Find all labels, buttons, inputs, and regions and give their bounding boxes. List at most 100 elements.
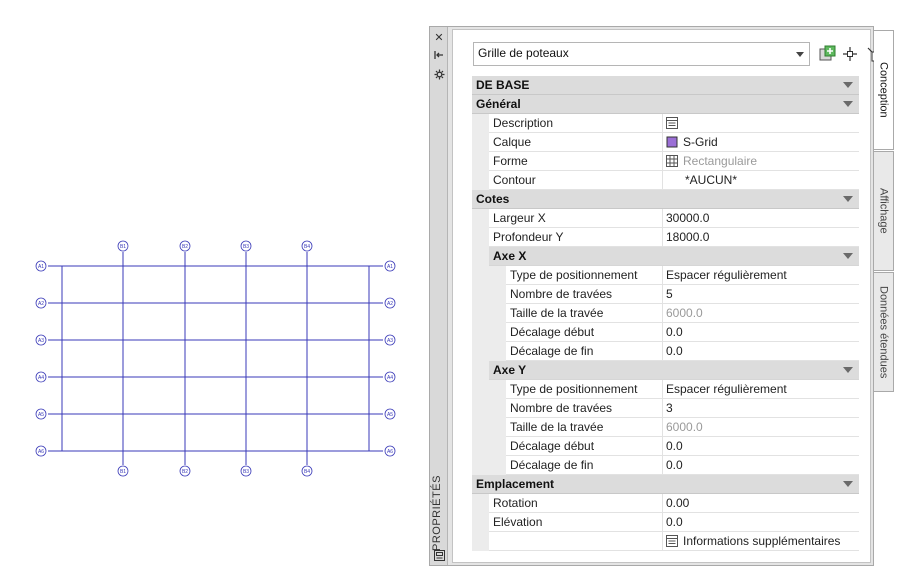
left-grid-bubble-label: A2 [38, 301, 44, 307]
tab-donnees-etendues-label: Données étendues [877, 285, 890, 379]
property-row[interactable]: Décalage début 0.0 [472, 437, 859, 456]
category-label: Cotes [476, 192, 510, 206]
property-value[interactable]: Rectangulaire [662, 152, 859, 171]
property-label: Taille de la travée [510, 420, 604, 434]
property-row[interactable]: Nombre de travées 3 [472, 399, 859, 418]
property-value-text: Espacer régulièrement [666, 268, 787, 282]
category-label: Général [476, 97, 521, 111]
indent-column [472, 361, 489, 380]
property-value-text: Rectangulaire [683, 154, 758, 168]
property-value[interactable]: S-Grid [662, 133, 859, 152]
property-row[interactable]: Contour *AUCUN* [472, 171, 859, 190]
left-grid-bubble-label: A3 [38, 338, 44, 344]
indent-column [472, 285, 506, 304]
property-row[interactable]: Décalage de fin 0.0 [472, 342, 859, 361]
property-row[interactable]: Profondeur Y 18000.0 [472, 228, 859, 247]
collapse-chevron-icon[interactable] [843, 82, 853, 88]
property-row[interactable]: Rotation 0.00 [472, 494, 859, 513]
top-grid-bubble-label: B3 [243, 244, 249, 250]
property-row[interactable]: Type de positionnement Espacer régulièrem… [472, 266, 859, 285]
property-label: Décalage de fin [510, 344, 594, 358]
indent-column [472, 133, 489, 152]
collapse-chevron-icon[interactable] [843, 253, 853, 259]
style-dropdown[interactable]: Grille de poteaux [473, 42, 810, 66]
property-value-text: S-Grid [683, 135, 718, 149]
style-dropdown-value: Grille de poteaux [478, 46, 569, 60]
tab-conception[interactable]: Conception [874, 30, 894, 150]
indent-column [472, 399, 506, 418]
property-label: Rotation [493, 496, 538, 510]
category-header[interactable]: Axe Y [472, 361, 859, 380]
property-value[interactable]: 0.0 [662, 437, 859, 456]
category-header[interactable]: Axe X [472, 247, 859, 266]
property-row[interactable]: Informations supplémentaires [472, 532, 859, 551]
property-row[interactable]: Taille de la travée 6000.0 [472, 304, 859, 323]
select-objects-icon[interactable] [840, 44, 860, 64]
grid-shape-icon [666, 155, 678, 167]
property-value[interactable]: 6000.0 [662, 304, 859, 323]
add-object-icon[interactable] [818, 44, 838, 64]
collapse-chevron-icon[interactable] [843, 367, 853, 373]
layer-color-swatch [666, 136, 678, 148]
indent-column [472, 437, 506, 456]
property-row[interactable]: Nombre de travées 5 [472, 285, 859, 304]
indent-column [472, 380, 506, 399]
property-grid: DE BASE Général Description Calque S-Grid For… [472, 76, 859, 551]
property-label: Décalage de fin [510, 458, 594, 472]
property-value-text: 0.0 [666, 325, 683, 339]
property-value-text: 0.0 [666, 458, 683, 472]
right-grid-bubble-label: A5 [387, 412, 393, 418]
property-value[interactable]: 0.0 [662, 456, 859, 475]
property-row[interactable]: Décalage de fin 0.0 [472, 456, 859, 475]
property-row[interactable]: Calque S-Grid [472, 133, 859, 152]
property-value[interactable] [662, 114, 859, 133]
category-header[interactable]: Emplacement [472, 475, 859, 494]
property-value[interactable]: 5 [662, 285, 859, 304]
properties-palette: ✕ PROPRIÉTÉS Grille de poteaux DE BASE G… [429, 26, 894, 566]
chevron-down-icon [796, 52, 804, 57]
settings-icon[interactable] [432, 67, 446, 81]
property-row[interactable]: Taille de la travée 6000.0 [472, 418, 859, 437]
palette-titlebar[interactable]: ✕ PROPRIÉTÉS [430, 27, 448, 565]
autohide-icon[interactable] [432, 48, 446, 62]
property-value[interactable]: *AUCUN* [662, 171, 859, 190]
tab-donnees-etendues[interactable]: Données étendues [874, 272, 894, 392]
indent-column [472, 228, 489, 247]
property-value[interactable]: 0.0 [662, 513, 859, 532]
tab-affichage[interactable]: Affichage [874, 151, 894, 271]
property-value[interactable]: 0.0 [662, 342, 859, 361]
close-icon[interactable]: ✕ [432, 30, 446, 44]
indent-column [472, 114, 489, 133]
drawing-canvas[interactable]: B1 B1 B2 B2 B3 B3 B4 B4 A1 A1 A2 A2 A3 A3 A4 A4 A5 A5 A6 A6 [0, 0, 430, 584]
collapse-chevron-icon[interactable] [843, 196, 853, 202]
property-value[interactable]: 0.0 [662, 323, 859, 342]
category-header[interactable]: Cotes [472, 190, 859, 209]
description-icon [666, 117, 678, 129]
bottom-grid-bubble-label: B3 [243, 469, 249, 475]
category-header[interactable]: Général [472, 95, 859, 114]
top-grid-bubble-label: B1 [120, 244, 126, 250]
palette-content: Grille de poteaux DE BASE Général Descript… [452, 29, 881, 563]
property-value[interactable]: 30000.0 [662, 209, 859, 228]
indent-column [472, 418, 506, 437]
collapse-chevron-icon[interactable] [843, 481, 853, 487]
property-row[interactable]: Largeur X 30000.0 [472, 209, 859, 228]
property-value[interactable]: 0.00 [662, 494, 859, 513]
quick-properties-icon[interactable] [432, 548, 446, 562]
property-value[interactable]: Espacer régulièrement [662, 266, 859, 285]
collapse-chevron-icon[interactable] [843, 101, 853, 107]
property-value[interactable]: 3 [662, 399, 859, 418]
left-grid-bubble-label: A6 [38, 449, 44, 455]
property-value[interactable]: Espacer régulièrement [662, 380, 859, 399]
property-value[interactable]: 18000.0 [662, 228, 859, 247]
property-value[interactable]: 6000.0 [662, 418, 859, 437]
right-grid-bubble-label: A2 [387, 301, 393, 307]
property-label: Elévation [493, 515, 543, 529]
category-header[interactable]: DE BASE [472, 76, 859, 95]
property-row[interactable]: Type de positionnement Espacer régulièrem… [472, 380, 859, 399]
property-row[interactable]: Forme Rectangulaire [472, 152, 859, 171]
property-row[interactable]: Description [472, 114, 859, 133]
property-row[interactable]: Elévation 0.0 [472, 513, 859, 532]
property-value[interactable]: Informations supplémentaires [662, 532, 859, 551]
property-row[interactable]: Décalage début 0.0 [472, 323, 859, 342]
